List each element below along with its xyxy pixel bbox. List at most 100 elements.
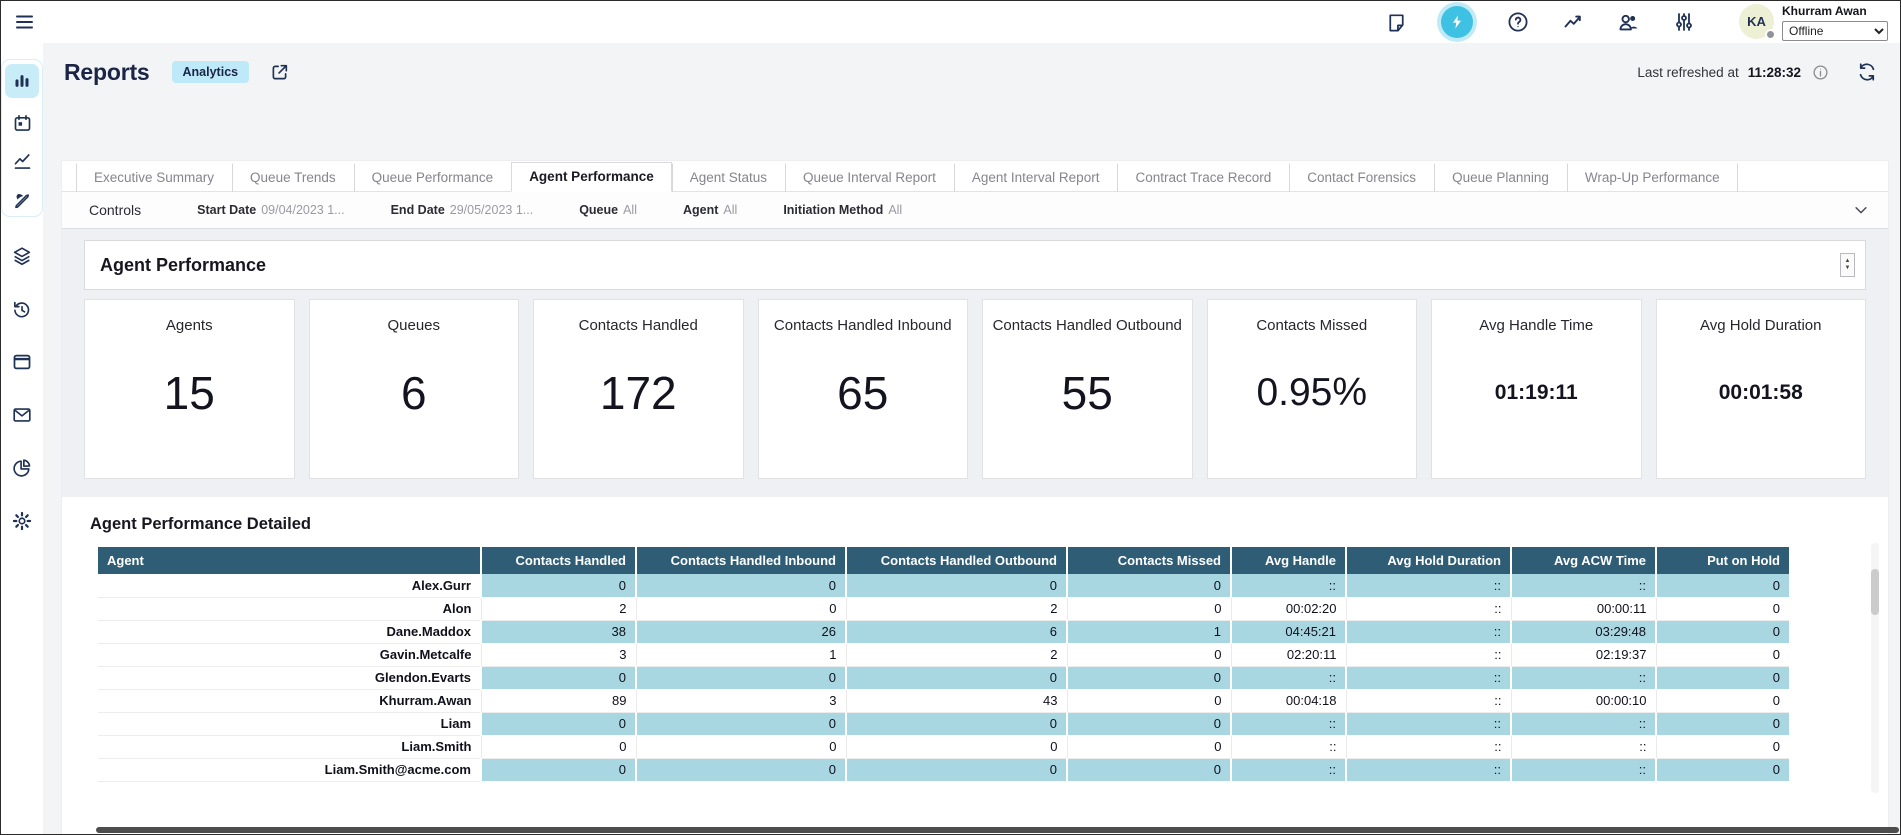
value-cell: 3 bbox=[636, 689, 846, 712]
metrics-icon[interactable] bbox=[1559, 8, 1587, 36]
menu-icon[interactable] bbox=[11, 8, 39, 36]
history-icon[interactable] bbox=[9, 296, 35, 322]
value-cell: 0 bbox=[636, 574, 846, 597]
value-cell: 0 bbox=[1656, 597, 1789, 620]
kpi-label: Contacts Handled Inbound bbox=[774, 317, 952, 334]
last-refreshed-label: Last refreshed at bbox=[1637, 65, 1738, 80]
value-cell: :: bbox=[1346, 689, 1511, 712]
refresh-icon[interactable] bbox=[1854, 59, 1880, 85]
tab-contact-forensics[interactable]: Contact Forensics bbox=[1289, 163, 1434, 192]
tab-agent-status[interactable]: Agent Status bbox=[672, 163, 785, 192]
tab-agent-performance[interactable]: Agent Performance bbox=[511, 162, 672, 192]
kpi-value: 172 bbox=[600, 334, 677, 478]
kpi-value: 6 bbox=[401, 334, 427, 478]
value-cell: 26 bbox=[636, 620, 846, 643]
value-cell: 0 bbox=[846, 666, 1067, 689]
bar-chart-icon[interactable] bbox=[10, 69, 34, 93]
tab-queue-planning[interactable]: Queue Planning bbox=[1434, 163, 1567, 192]
agent-name-cell: Dane.Maddox bbox=[98, 620, 481, 643]
value-cell: :: bbox=[1511, 574, 1656, 597]
tab-queue-performance[interactable]: Queue Performance bbox=[354, 163, 512, 192]
filter-agent[interactable]: AgentAll bbox=[683, 203, 737, 217]
value-cell: 0 bbox=[1656, 574, 1789, 597]
external-link-icon[interactable] bbox=[267, 60, 292, 85]
value-cell: 0 bbox=[1067, 735, 1231, 758]
value-cell: :: bbox=[1346, 620, 1511, 643]
stepper-control[interactable]: ▲▼ bbox=[1840, 253, 1855, 277]
value-cell: 02:20:11 bbox=[1231, 643, 1346, 666]
filter-queue[interactable]: QueueAll bbox=[579, 203, 637, 217]
tab-executive-summary[interactable]: Executive Summary bbox=[76, 163, 232, 192]
column-header-agent[interactable]: Agent bbox=[98, 547, 481, 574]
table-header-row: AgentContacts HandledContacts Handled In… bbox=[98, 547, 1789, 574]
value-cell: 0 bbox=[636, 597, 846, 620]
column-header-avg-acw-time[interactable]: Avg ACW Time bbox=[1511, 547, 1656, 574]
value-cell: 0 bbox=[636, 758, 846, 781]
vertical-scrollbar-thumb[interactable] bbox=[1871, 569, 1879, 615]
agent-name-cell: Alon bbox=[98, 597, 481, 620]
tab-agent-interval-report[interactable]: Agent Interval Report bbox=[954, 163, 1118, 192]
column-header-contacts-handled-inbound[interactable]: Contacts Handled Inbound bbox=[636, 547, 846, 574]
avatar[interactable]: KA bbox=[1739, 4, 1774, 39]
value-cell: 0 bbox=[481, 758, 636, 781]
table-row: Alex.Gurr0000::::::0 bbox=[98, 574, 1789, 597]
value-cell: 0 bbox=[636, 666, 846, 689]
tab-wrap-up-performance[interactable]: Wrap-Up Performance bbox=[1567, 163, 1738, 192]
filter-start-date[interactable]: Start Date09/04/2023 1... bbox=[197, 203, 344, 217]
value-cell: 0 bbox=[1656, 689, 1789, 712]
help-icon[interactable] bbox=[1504, 8, 1532, 36]
vertical-scrollbar[interactable] bbox=[1871, 543, 1879, 793]
filter-initiation-method[interactable]: Initiation MethodAll bbox=[783, 203, 902, 217]
table-row: Alon202000:02:20::00:00:110 bbox=[98, 597, 1789, 620]
chevron-down-icon[interactable] bbox=[1850, 199, 1872, 221]
value-cell: 0 bbox=[481, 666, 636, 689]
layers-icon[interactable] bbox=[9, 243, 35, 269]
kpi-label: Contacts Missed bbox=[1256, 317, 1367, 334]
value-cell: 0 bbox=[1656, 712, 1789, 735]
boost-icon[interactable] bbox=[1441, 6, 1473, 38]
filter-end-date[interactable]: End Date29/05/2023 1... bbox=[391, 203, 534, 217]
window-icon[interactable] bbox=[9, 349, 35, 375]
horizontal-scrollbar[interactable] bbox=[96, 827, 1899, 833]
filter-label: Agent bbox=[683, 203, 718, 217]
gear-icon[interactable] bbox=[9, 508, 35, 534]
kpi-card-agents: Agents15 bbox=[84, 299, 295, 479]
users-icon[interactable] bbox=[1614, 8, 1643, 37]
calendar-icon[interactable] bbox=[10, 111, 35, 136]
design-icon[interactable] bbox=[10, 187, 35, 212]
table-row: Liam.Smith0000::::::0 bbox=[98, 735, 1789, 758]
column-header-contacts-missed[interactable]: Contacts Missed bbox=[1067, 547, 1231, 574]
kpi-label: Agents bbox=[166, 317, 213, 334]
tab-queue-trends[interactable]: Queue Trends bbox=[232, 163, 354, 192]
column-header-put-on-hold[interactable]: Put on Hold bbox=[1656, 547, 1789, 574]
user-name: Khurram Awan bbox=[1782, 4, 1888, 18]
kpi-card-queues: Queues6 bbox=[309, 299, 520, 479]
notes-icon[interactable] bbox=[1383, 9, 1410, 36]
info-icon[interactable] bbox=[1810, 62, 1831, 83]
value-cell: 04:45:21 bbox=[1231, 620, 1346, 643]
value-cell: 2 bbox=[846, 643, 1067, 666]
value-cell: :: bbox=[1511, 758, 1656, 781]
trend-icon[interactable] bbox=[10, 149, 35, 174]
last-refreshed-time: 11:28:32 bbox=[1748, 65, 1801, 80]
table-row: Dane.Maddox38266104:45:21::03:29:480 bbox=[98, 620, 1789, 643]
tab-queue-interval-report[interactable]: Queue Interval Report bbox=[785, 163, 954, 192]
kpi-label: Queues bbox=[387, 317, 440, 334]
table-row: Liam0000::::::0 bbox=[98, 712, 1789, 735]
mail-icon[interactable] bbox=[9, 402, 35, 428]
column-header-avg-hold-duration[interactable]: Avg Hold Duration bbox=[1346, 547, 1511, 574]
avatar-initials: KA bbox=[1747, 14, 1766, 29]
column-header-avg-handle[interactable]: Avg Handle bbox=[1231, 547, 1346, 574]
sliders-icon[interactable] bbox=[1670, 8, 1698, 36]
tab-contract-trace-record[interactable]: Contract Trace Record bbox=[1117, 163, 1289, 192]
value-cell: :: bbox=[1346, 712, 1511, 735]
column-header-contacts-handled-outbound[interactable]: Contacts Handled Outbound bbox=[846, 547, 1067, 574]
status-select[interactable]: Offline bbox=[1782, 21, 1888, 41]
kpi-value: 15 bbox=[164, 334, 215, 478]
column-header-contacts-handled[interactable]: Contacts Handled bbox=[481, 547, 636, 574]
value-cell: 89 bbox=[481, 689, 636, 712]
value-cell: 0 bbox=[481, 712, 636, 735]
value-cell: :: bbox=[1231, 735, 1346, 758]
pie-chart-icon[interactable] bbox=[9, 455, 35, 481]
user-chip: KA Khurram Awan Offline bbox=[1739, 4, 1888, 41]
